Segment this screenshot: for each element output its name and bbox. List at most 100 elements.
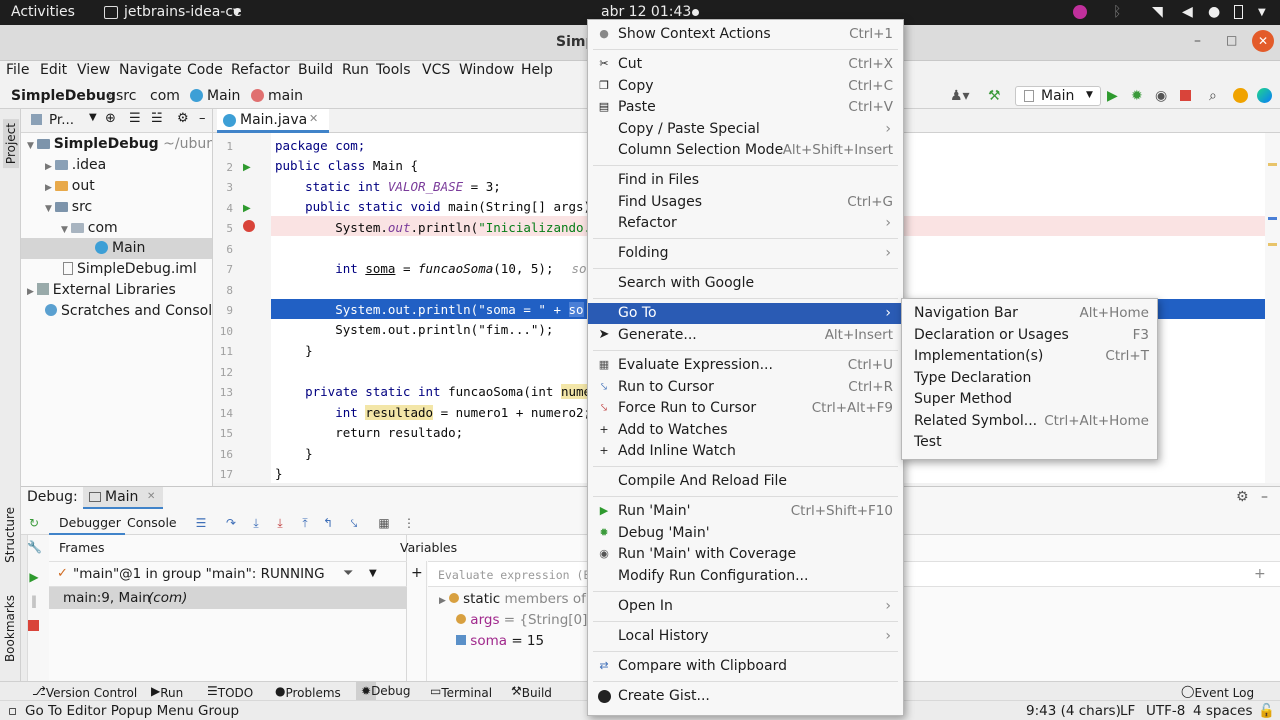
add-watch-icon[interactable]: + (411, 565, 423, 581)
gear-icon[interactable]: ⚙ (177, 111, 189, 126)
run-icon[interactable]: ▶ (1107, 88, 1118, 104)
menu-item-open-in[interactable]: Open In › (588, 596, 903, 617)
caret-marker[interactable] (1268, 217, 1277, 220)
menu-item-refactor[interactable]: Refactor › (588, 213, 903, 234)
bluetooth-icon[interactable]: ᛒ (1113, 4, 1121, 20)
expand-all-icon[interactable]: ☰ (129, 111, 141, 126)
menu-code[interactable]: Code (187, 62, 223, 78)
tree-item-idea[interactable]: ▶ .idea (45, 155, 106, 176)
submenu-item-type-declaration[interactable]: Type Declaration (902, 368, 1157, 389)
warning-marker[interactable] (1268, 163, 1277, 166)
tab-console[interactable]: Console (127, 515, 177, 530)
tree-item-scratches[interactable]: Scratches and Consoles (45, 301, 212, 322)
search-icon[interactable]: ⌕ (1209, 88, 1217, 104)
menu-item-debug-main[interactable]: ✹ Debug 'Main' (588, 523, 903, 544)
battery-icon[interactable] (1234, 5, 1243, 19)
tree-item-root[interactable]: ▼ SimpleDebug ~/ubuntu (27, 134, 212, 155)
run-to-cursor-icon[interactable]: ⤥ (347, 516, 361, 530)
tool-run[interactable]: ▶ Run (151, 684, 183, 700)
variable-row[interactable]: ▶ static members of Ma (439, 591, 610, 612)
activities-button[interactable]: Activities (11, 4, 75, 20)
caret-position[interactable]: 9:43 (4 chars) (1026, 703, 1121, 719)
project-tool-tab[interactable]: Project (3, 119, 19, 169)
system-menu-arrow-icon[interactable]: ▼ (1258, 7, 1266, 18)
tree-item-src[interactable]: ▼ src (45, 197, 92, 218)
menu-item-cut[interactable]: ✂ Cut Ctrl+X (588, 54, 903, 75)
editor-scrollbar[interactable] (1265, 133, 1280, 483)
hide-panel-icon[interactable]: – (1261, 489, 1268, 505)
tool-version-control[interactable]: ⎇ Version Control (32, 684, 137, 700)
variable-row[interactable]: soma = 15 (456, 633, 544, 654)
menu-item-find-in-files[interactable]: Find in Files (588, 170, 903, 191)
submenu-item-implementations[interactable]: Implementation(s) Ctrl+T (902, 346, 1157, 367)
evaluate-icon[interactable]: ▦ (377, 516, 391, 530)
menu-item-compile-reload[interactable]: Compile And Reload File (588, 471, 903, 492)
maximize-button[interactable]: □ (1226, 33, 1237, 47)
line-separator[interactable]: LF (1120, 703, 1135, 719)
step-out-icon[interactable]: ⤒ (298, 516, 312, 530)
breadcrumb-class[interactable]: Main (207, 88, 240, 104)
dropdown-arrow-icon[interactable]: ▼ (369, 568, 377, 579)
run-config-selector[interactable]: Main ▼ (1015, 86, 1101, 106)
submenu-item-declaration[interactable]: Declaration or Usages F3 (902, 325, 1157, 346)
user-icon[interactable]: ♟▾ (950, 88, 970, 104)
pause-icon[interactable]: ‖ (27, 594, 41, 608)
build-hammer-icon[interactable]: ⚒ (988, 88, 1001, 104)
breadcrumb-project[interactable]: SimpleDebug (11, 88, 116, 104)
menu-item-create-gist[interactable]: Create Gist... (588, 686, 903, 707)
structure-tool-tab[interactable]: Structure (3, 507, 17, 563)
menu-item-run-main[interactable]: ▶ Run 'Main' Ctrl+Shift+F10 (588, 501, 903, 522)
tool-problems[interactable]: ● Problems (275, 684, 341, 700)
debug-icon[interactable]: ✹ (1131, 88, 1143, 104)
menu-tools[interactable]: Tools (376, 62, 411, 78)
submenu-item-super-method[interactable]: Super Method (902, 389, 1157, 410)
menu-item-find-usages[interactable]: Find Usages Ctrl+G (588, 192, 903, 213)
menu-view[interactable]: View (77, 62, 110, 78)
submenu-item-test[interactable]: Test (902, 432, 1157, 453)
debug-session-tab[interactable]: Main ✕ (83, 487, 163, 509)
menu-edit[interactable]: Edit (40, 62, 67, 78)
volume-icon[interactable]: ◀ (1182, 4, 1193, 20)
project-view-selector[interactable]: Pr... (49, 112, 74, 128)
menu-item-run-to-cursor[interactable]: ⤥ Run to Cursor Ctrl+R (588, 377, 903, 398)
menu-item-evaluate-expression[interactable]: ▦ Evaluate Expression... Ctrl+U (588, 355, 903, 376)
tab-main-java[interactable]: Main.java ✕ (217, 109, 329, 133)
coverage-icon[interactable]: ◉ (1155, 88, 1167, 104)
locate-icon[interactable]: ⊕ (105, 111, 116, 126)
breadcrumb-package[interactable]: com (150, 88, 180, 104)
tool-build[interactable]: ⚒ Build (511, 684, 552, 700)
menu-navigate[interactable]: Navigate (119, 62, 182, 78)
view-dropdown-icon[interactable]: ▼ (89, 112, 97, 123)
microphone-icon[interactable]: ● (1208, 4, 1220, 20)
tree-item-external-libraries[interactable]: ▶ External Libraries (27, 280, 176, 301)
menu-refactor[interactable]: Refactor (231, 62, 290, 78)
breadcrumb-src[interactable]: src (116, 88, 136, 104)
breakpoint-icon[interactable] (243, 220, 255, 232)
breadcrumb-method[interactable]: main (268, 88, 303, 104)
indent-setting[interactable]: 4 spaces (1193, 703, 1253, 719)
add-watch-icon[interactable]: + (1254, 566, 1266, 582)
app-menu[interactable]: jetbrains-idea-ce (124, 4, 242, 20)
menu-run[interactable]: Run (342, 62, 369, 78)
menu-item-local-history[interactable]: Local History › (588, 626, 903, 647)
menu-item-add-inline-watch[interactable]: + Add Inline Watch (588, 441, 903, 462)
menu-item-copy-paste-special[interactable]: Copy / Paste Special › (588, 119, 903, 140)
close-tab-icon[interactable]: ✕ (309, 112, 318, 125)
lock-icon[interactable]: 🔓 (1258, 703, 1275, 719)
gear-icon[interactable]: ⚙ (1236, 489, 1249, 505)
stop-icon[interactable] (1180, 90, 1191, 101)
clock[interactable]: abr 12 01:43 (601, 4, 691, 20)
stop-icon[interactable] (28, 620, 39, 631)
menu-item-copy[interactable]: ❐ Copy Ctrl+C (588, 76, 903, 97)
menu-item-column-selection[interactable]: Column Selection Mode Alt+Shift+Insert (588, 140, 903, 161)
submenu-item-related-symbol[interactable]: Related Symbol... Ctrl+Alt+Home (902, 411, 1157, 432)
wifi-icon[interactable]: ◥ (1152, 4, 1163, 20)
bookmarks-tool-tab[interactable]: Bookmarks (3, 595, 17, 662)
tool-event-log[interactable]: ◯ Event Log (1181, 684, 1254, 700)
tab-debugger[interactable]: Debugger (49, 511, 125, 535)
layout-icon[interactable]: ☰ (194, 516, 208, 530)
warning-marker[interactable] (1268, 243, 1277, 246)
drop-frame-icon[interactable]: ↰ (321, 516, 335, 530)
file-encoding[interactable]: UTF-8 (1146, 703, 1185, 719)
menu-item-modify-run-config[interactable]: Modify Run Configuration... (588, 566, 903, 587)
